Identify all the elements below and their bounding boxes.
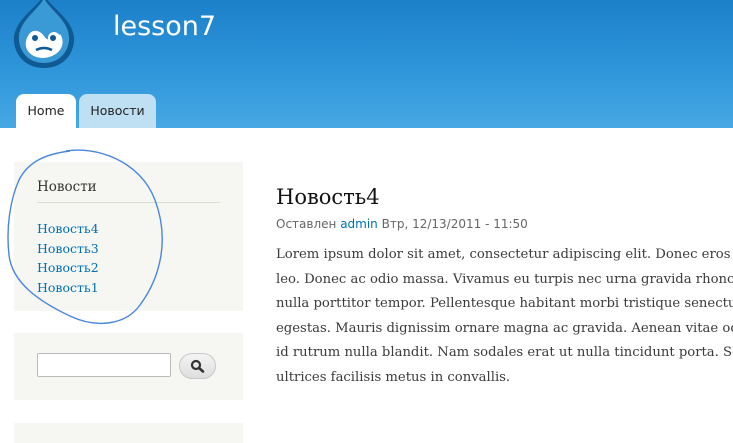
body-line: ultrices facilisis metus in convallis. xyxy=(276,369,511,385)
search-block xyxy=(14,333,243,400)
body-line: nulla porttitor tempor. Pellentesque hab… xyxy=(276,296,733,312)
news-list: Новость4 Новость3 Новость2 Новость1 xyxy=(37,219,99,297)
post-date: Втр, 12/13/2011 - 11:50 xyxy=(381,217,528,231)
news-link-4[interactable]: Новость4 xyxy=(37,221,99,236)
news-link-3[interactable]: Новость3 xyxy=(37,241,99,256)
submitted-info: Оставлен admin Втр, 12/13/2011 - 11:50 xyxy=(276,217,528,231)
news-block: Новости Новость4 Новость3 Новость2 Новос… xyxy=(14,162,243,311)
drupal-logo-icon[interactable] xyxy=(10,0,78,70)
sidebar-block xyxy=(14,423,243,443)
tab-news[interactable]: Новости xyxy=(79,94,156,128)
body-line: id rutrum nulla blandit. Nam sodales era… xyxy=(276,345,733,361)
tab-home[interactable]: Home xyxy=(16,94,76,128)
site-name[interactable]: lesson7 xyxy=(113,10,216,44)
search-button[interactable] xyxy=(179,353,216,379)
article-title[interactable]: Новость4 xyxy=(276,183,380,211)
news-block-title: Новости xyxy=(37,179,97,195)
list-item: Новость4 xyxy=(37,219,99,239)
author-link[interactable]: admin xyxy=(340,217,378,231)
news-link-1[interactable]: Новость1 xyxy=(37,280,99,295)
list-item: Новость2 xyxy=(37,258,99,278)
search-icon xyxy=(190,359,205,373)
site-header: lesson7 Home Новости xyxy=(0,0,733,128)
news-link-2[interactable]: Новость2 xyxy=(37,260,99,275)
body-line: leo. Donec ac odio massa. Vivamus eu tur… xyxy=(276,271,733,287)
submitted-prefix: Оставлен xyxy=(276,217,337,231)
body-line: egestas. Mauris dignissim ornare magna a… xyxy=(276,320,733,336)
body-line: Lorem ipsum dolor sit amet, consectetur … xyxy=(276,247,733,262)
divider xyxy=(37,202,220,203)
list-item: Новость3 xyxy=(37,239,99,259)
list-item: Новость1 xyxy=(37,278,99,298)
article-body: Lorem ipsum dolor sit amet, consectetur … xyxy=(276,243,733,391)
search-input[interactable] xyxy=(37,353,171,377)
